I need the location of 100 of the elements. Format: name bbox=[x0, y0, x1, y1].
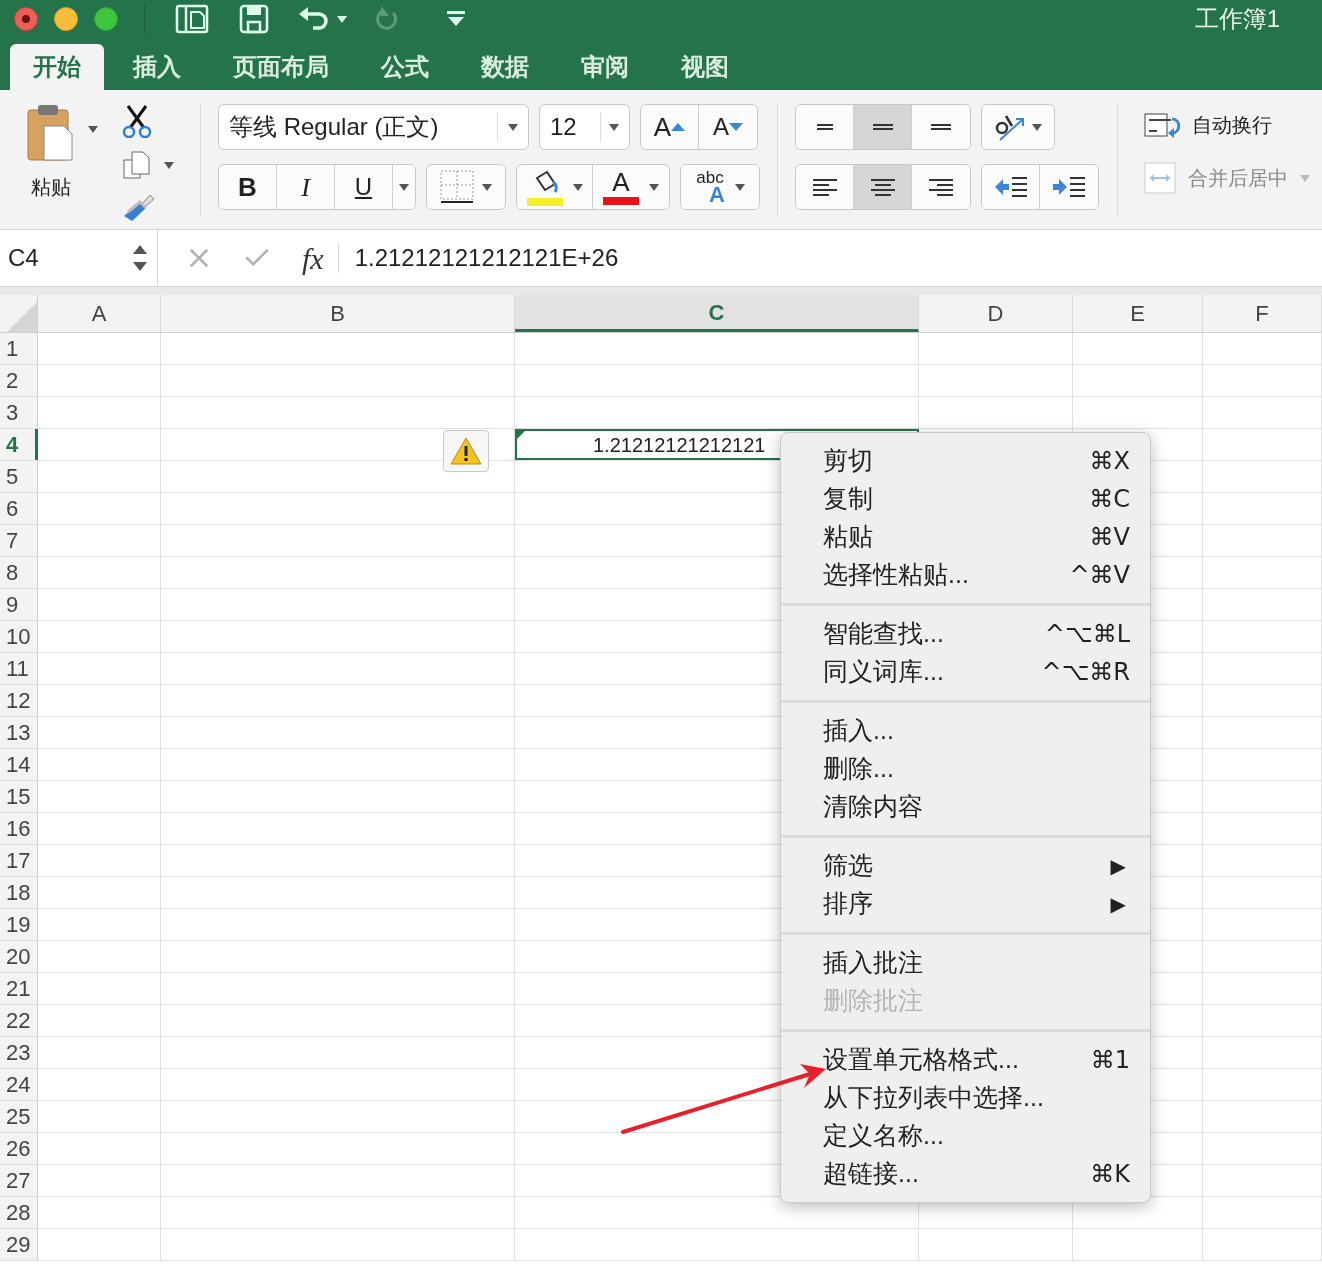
row-header[interactable]: 17 bbox=[0, 845, 38, 876]
insert-function-button[interactable]: fx bbox=[302, 235, 324, 281]
undo-icon[interactable] bbox=[297, 6, 329, 32]
ribbon-tab[interactable]: 视图 bbox=[658, 44, 752, 90]
caret-icon bbox=[337, 15, 347, 23]
caret-icon bbox=[649, 183, 659, 191]
row-header[interactable]: 15 bbox=[0, 781, 38, 812]
save-icon[interactable] bbox=[239, 4, 269, 34]
menu-item[interactable]: 智能查找... ^⌥⌘L bbox=[781, 615, 1150, 653]
row-header[interactable]: 14 bbox=[0, 749, 38, 780]
increase-indent-button[interactable] bbox=[1040, 165, 1098, 209]
ribbon-tab[interactable]: 插入 bbox=[110, 44, 204, 90]
row-header[interactable]: 29 bbox=[0, 1229, 38, 1260]
zoom-icon[interactable] bbox=[94, 7, 118, 31]
row-header[interactable]: 1 bbox=[0, 333, 38, 364]
row-header[interactable]: 8 bbox=[0, 557, 38, 588]
caret-icon bbox=[482, 183, 492, 191]
italic-button[interactable]: I bbox=[277, 165, 335, 209]
menu-item[interactable]: 插入批注 bbox=[781, 944, 1150, 982]
shrink-font-button[interactable]: A bbox=[699, 105, 757, 149]
ribbon-tab[interactable]: 数据 bbox=[458, 44, 552, 90]
menu-item[interactable]: 清除内容 bbox=[781, 788, 1150, 826]
row-header[interactable]: 18 bbox=[0, 877, 38, 908]
menu-item[interactable]: 删除... bbox=[781, 750, 1150, 788]
wrap-text-button[interactable]: 自动换行 bbox=[1144, 110, 1310, 140]
customize-toolbar-icon[interactable] bbox=[447, 11, 465, 27]
borders-button[interactable] bbox=[427, 165, 505, 209]
font-name-select[interactable]: 等线 Regular (正文) bbox=[218, 104, 529, 150]
horizontal-align-button[interactable] bbox=[796, 165, 854, 209]
column-header[interactable]: C bbox=[515, 295, 919, 332]
vertical-align-button[interactable] bbox=[854, 105, 912, 149]
row-header[interactable]: 7 bbox=[0, 525, 38, 556]
row-header[interactable]: 24 bbox=[0, 1069, 38, 1100]
ribbon-tab[interactable]: 审阅 bbox=[558, 44, 652, 90]
row-header[interactable]: 2 bbox=[0, 365, 38, 396]
ribbon-tab[interactable]: 页面布局 bbox=[210, 44, 352, 90]
row-header[interactable]: 9 bbox=[0, 589, 38, 620]
row-header[interactable]: 11 bbox=[0, 653, 38, 684]
column-header[interactable]: A bbox=[38, 295, 161, 332]
row-header[interactable]: 21 bbox=[0, 973, 38, 1004]
ribbon-tab[interactable]: 公式 bbox=[358, 44, 452, 90]
row-header[interactable]: 22 bbox=[0, 1005, 38, 1036]
dropdown-button[interactable] bbox=[393, 165, 415, 209]
ribbon-tab[interactable]: 开始 bbox=[10, 44, 104, 90]
font-size-select[interactable]: 12 bbox=[539, 104, 630, 150]
menu-item[interactable]: 同义词库... ^⌥⌘R bbox=[781, 653, 1150, 691]
paste-button[interactable]: 粘贴 bbox=[16, 104, 86, 222]
sidebar-icon[interactable] bbox=[175, 4, 209, 34]
name-box[interactable]: C4 bbox=[0, 230, 158, 286]
bold-button[interactable]: B bbox=[219, 165, 277, 209]
menu-item[interactable]: 粘贴 ⌘V bbox=[781, 518, 1150, 556]
close-icon[interactable] bbox=[14, 7, 38, 31]
horizontal-align-button[interactable] bbox=[912, 165, 970, 209]
cut-icon[interactable] bbox=[122, 104, 152, 138]
row-header[interactable]: 27 bbox=[0, 1165, 38, 1196]
minimize-icon[interactable] bbox=[54, 7, 78, 31]
caret-icon bbox=[399, 183, 409, 191]
warning-button[interactable] bbox=[443, 430, 489, 472]
row-header[interactable]: 20 bbox=[0, 941, 38, 972]
column-header[interactable]: E bbox=[1073, 295, 1203, 332]
row-header[interactable]: 16 bbox=[0, 813, 38, 844]
row-header[interactable]: 5 bbox=[0, 461, 38, 492]
row-header[interactable]: 25 bbox=[0, 1101, 38, 1132]
decrease-indent-button[interactable] bbox=[982, 165, 1040, 209]
underline-button[interactable]: U bbox=[335, 165, 393, 209]
grow-font-button[interactable]: A bbox=[641, 105, 699, 149]
menu-item[interactable]: 插入... bbox=[781, 712, 1150, 750]
column-header[interactable]: F bbox=[1203, 295, 1322, 332]
row-header[interactable]: 13 bbox=[0, 717, 38, 748]
row-header[interactable]: 4 bbox=[0, 429, 38, 460]
row-header[interactable]: 10 bbox=[0, 621, 38, 652]
vertical-align-button[interactable] bbox=[912, 105, 970, 149]
fill-color-button[interactable] bbox=[517, 165, 593, 209]
menu-item[interactable]: 定义名称... bbox=[781, 1117, 1150, 1155]
font-color-button[interactable]: A bbox=[593, 165, 669, 209]
menu-item[interactable]: 设置单元格格式... ⌘1 bbox=[781, 1041, 1150, 1079]
caret-icon bbox=[734, 183, 745, 191]
menu-item[interactable]: 排序 ▶ bbox=[781, 885, 1150, 923]
menu-item[interactable]: 复制 ⌘C bbox=[781, 480, 1150, 518]
row-header[interactable]: 19 bbox=[0, 909, 38, 940]
row-header[interactable]: 28 bbox=[0, 1197, 38, 1228]
row-header[interactable]: 26 bbox=[0, 1133, 38, 1164]
paint-bucket-icon bbox=[526, 168, 563, 206]
align-icon bbox=[872, 124, 893, 130]
menu-item[interactable]: 超链接... ⌘K bbox=[781, 1155, 1150, 1193]
color-bar-icon bbox=[603, 197, 639, 205]
row-header[interactable]: 23 bbox=[0, 1037, 38, 1068]
row-header[interactable]: 6 bbox=[0, 493, 38, 524]
align-icon bbox=[931, 124, 951, 130]
column-header[interactable]: D bbox=[919, 295, 1073, 332]
menu-item[interactable]: 筛选 ▶ bbox=[781, 847, 1150, 885]
row-header[interactable]: 12 bbox=[0, 685, 38, 716]
orientation-button[interactable] bbox=[982, 105, 1054, 149]
format-painter-icon[interactable] bbox=[122, 192, 156, 222]
text-effects-button[interactable]: abc A bbox=[681, 165, 759, 209]
row-header[interactable]: 3 bbox=[0, 397, 38, 428]
menu-item[interactable]: 选择性粘贴... ^⌘V bbox=[781, 556, 1150, 594]
menu-item[interactable]: 从下拉列表中选择... bbox=[781, 1079, 1150, 1117]
horizontal-align-button[interactable] bbox=[854, 165, 912, 209]
vertical-align-button[interactable] bbox=[796, 105, 854, 149]
